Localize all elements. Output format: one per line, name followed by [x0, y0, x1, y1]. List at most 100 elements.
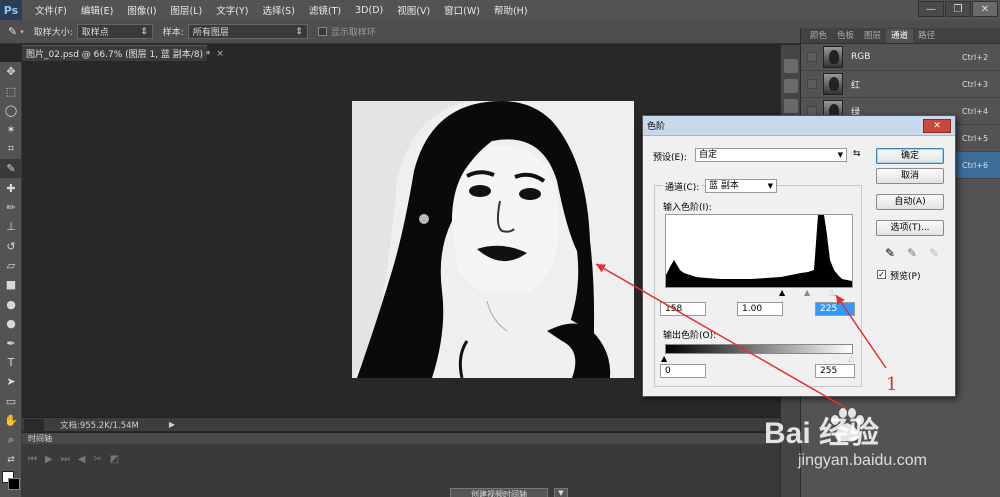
document-tab[interactable]: 图片_02.psd @ 66.7% (图层 1, 蓝 副本/8) * × [22, 45, 224, 61]
hand-tool-icon[interactable]: ✋ [0, 411, 22, 430]
timeline-tab[interactable]: 时间轴 [22, 433, 800, 444]
pen-tool-icon[interactable]: ✒ [0, 333, 22, 352]
close-window-button[interactable]: ✕ [972, 1, 998, 17]
blur-tool-icon[interactable]: ● [0, 295, 22, 314]
dialog-close-button[interactable]: ✕ [923, 119, 951, 133]
path-selection-tool-icon[interactable]: ➤ [0, 372, 22, 391]
visibility-toggle[interactable] [807, 79, 817, 89]
chevron-down-icon[interactable]: ▼ [554, 488, 568, 497]
tab-color[interactable]: 颜色 [805, 29, 832, 43]
minimize-button[interactable]: — [918, 1, 944, 17]
swap-colors-icon[interactable]: ⇄ [0, 450, 22, 469]
gray-eyedropper-icon[interactable]: ✎ [905, 246, 919, 260]
menu-layer[interactable]: 图层(L) [164, 3, 210, 17]
black-output-slider-icon[interactable]: ▲ [661, 354, 667, 363]
tab-swatches[interactable]: 色板 [832, 29, 859, 43]
output-white-field[interactable]: 255 [815, 364, 855, 378]
properties-panel-icon[interactable] [783, 79, 798, 93]
rectangle-tool-icon[interactable]: ▭ [0, 392, 22, 411]
zoom-field[interactable] [24, 418, 44, 431]
window-controls: — ❐ ✕ [917, 1, 998, 17]
menu-window[interactable]: 窗口(W) [437, 3, 487, 17]
tab-channels[interactable]: 通道 [886, 29, 914, 43]
lasso-tool-icon[interactable]: ◯ [0, 101, 22, 120]
menu-3d[interactable]: 3D(D) [348, 5, 390, 16]
preview-checkbox[interactable]: ✓ [877, 270, 886, 279]
transition-icon[interactable]: ◩ [110, 454, 119, 465]
history-brush-tool-icon[interactable]: ↺ [0, 237, 22, 256]
visibility-toggle[interactable] [807, 52, 817, 62]
menu-view[interactable]: 视图(V) [390, 3, 437, 17]
white-input-slider-icon[interactable]: △ [829, 288, 835, 297]
menu-file[interactable]: 文件(F) [28, 3, 74, 17]
status-menu-icon[interactable]: ▶ [169, 420, 175, 429]
black-eyedropper-icon[interactable]: ✎ [883, 246, 897, 260]
type-tool-icon[interactable]: T [0, 353, 22, 372]
first-frame-icon[interactable]: ⏮ [28, 454, 37, 465]
channel-shortcut: Ctrl+5 [962, 133, 989, 143]
history-panel-icon[interactable] [783, 59, 798, 73]
menu-type[interactable]: 文字(Y) [209, 3, 255, 17]
restore-button[interactable]: ❐ [945, 1, 971, 17]
menu-help[interactable]: 帮助(H) [487, 3, 535, 17]
sample-size-select[interactable]: 取样点 ⇕ [76, 24, 153, 39]
input-black-field[interactable]: 158 [660, 302, 706, 316]
marquee-tool-icon[interactable]: ⬚ [0, 81, 22, 100]
white-output-slider-icon[interactable]: △ [848, 354, 854, 363]
channel-value: 蓝 副本 [709, 181, 739, 191]
channel-select[interactable]: 蓝 副本 ▼ [705, 179, 777, 193]
audio-icon[interactable]: ◀ [78, 454, 86, 465]
clone-stamp-tool-icon[interactable]: ⊥ [0, 217, 22, 236]
eyedropper-tool-icon[interactable]: ✎ [8, 25, 17, 38]
menu-edit[interactable]: 编辑(E) [74, 3, 120, 17]
ok-button[interactable]: 确定 [876, 148, 944, 164]
gradient-tool-icon[interactable]: ■ [0, 275, 22, 294]
menu-filter[interactable]: 滤镜(T) [302, 3, 348, 17]
cancel-button[interactable]: 取消 [876, 168, 944, 184]
menu-image[interactable]: 图像(I) [120, 3, 163, 17]
preset-select[interactable]: 自定 ▼ [695, 148, 847, 162]
menu-bar: Ps 文件(F) 编辑(E) 图像(I) 图层(L) 文字(Y) 选择(S) 滤… [0, 0, 1000, 20]
dodge-tool-icon[interactable]: ● [0, 314, 22, 333]
healing-brush-tool-icon[interactable]: ✚ [0, 178, 22, 197]
dialog-title-bar[interactable]: 色阶 [643, 116, 955, 136]
input-white-field[interactable]: 225 [815, 302, 855, 316]
tab-layers[interactable]: 图层 [859, 29, 886, 43]
eyedropper-tool-icon[interactable]: ✎ [0, 158, 22, 179]
preview-label: 预览(P) [890, 272, 921, 282]
move-tool-icon[interactable]: ✥ [0, 62, 22, 81]
background-color-swatch[interactable] [8, 478, 20, 491]
auto-button[interactable]: 自动(A) [876, 194, 944, 210]
play-icon[interactable]: ▶ [45, 454, 53, 465]
zoom-tool-icon[interactable]: ⌕ [0, 430, 22, 449]
panel-tabs: 颜色 色板 图层 通道 路径 [801, 28, 1000, 44]
channel-shortcut: Ctrl+2 [962, 52, 989, 62]
sample-select[interactable]: 所有图层 ⇕ [187, 24, 308, 39]
show-ring-checkbox[interactable] [317, 27, 327, 36]
gamma-input-slider-icon[interactable]: ▲ [804, 288, 810, 297]
channel-thumbnail [823, 46, 843, 68]
channel-row-red[interactable]: 红 Ctrl+3 [801, 71, 1000, 98]
adjustments-panel-icon[interactable] [783, 99, 798, 113]
tab-paths[interactable]: 路径 [913, 29, 940, 43]
close-icon[interactable]: × [216, 49, 224, 59]
split-icon[interactable]: ✂ [93, 454, 101, 465]
crop-tool-icon[interactable]: ⌗ [0, 140, 22, 159]
brush-tool-icon[interactable]: ✏ [0, 198, 22, 217]
black-input-slider-icon[interactable]: ▲ [779, 288, 785, 297]
preset-options-icon[interactable]: ⇆ [853, 149, 861, 159]
tool-preset-dropdown-icon[interactable]: ▾ [20, 28, 24, 36]
channel-row-rgb[interactable]: RGB Ctrl+2 [801, 44, 1000, 71]
options-button[interactable]: 选项(T)... [876, 220, 944, 236]
chevron-down-icon: ⇕ [295, 26, 303, 37]
magic-wand-tool-icon[interactable]: ✶ [0, 120, 22, 139]
eraser-tool-icon[interactable]: ▱ [0, 256, 22, 275]
white-eyedropper-icon[interactable]: ✎ [927, 246, 941, 260]
next-frame-icon[interactable]: ⏭ [61, 454, 70, 465]
document-size-status: 文档:955.2K/1.54M [60, 420, 139, 431]
output-black-field[interactable]: 0 [660, 364, 706, 378]
input-gamma-field[interactable]: 1.00 [737, 302, 783, 316]
menu-select[interactable]: 选择(S) [255, 3, 301, 17]
create-video-timeline-button[interactable]: 创建视频时间轴 [450, 488, 548, 497]
document-image[interactable] [352, 101, 634, 378]
